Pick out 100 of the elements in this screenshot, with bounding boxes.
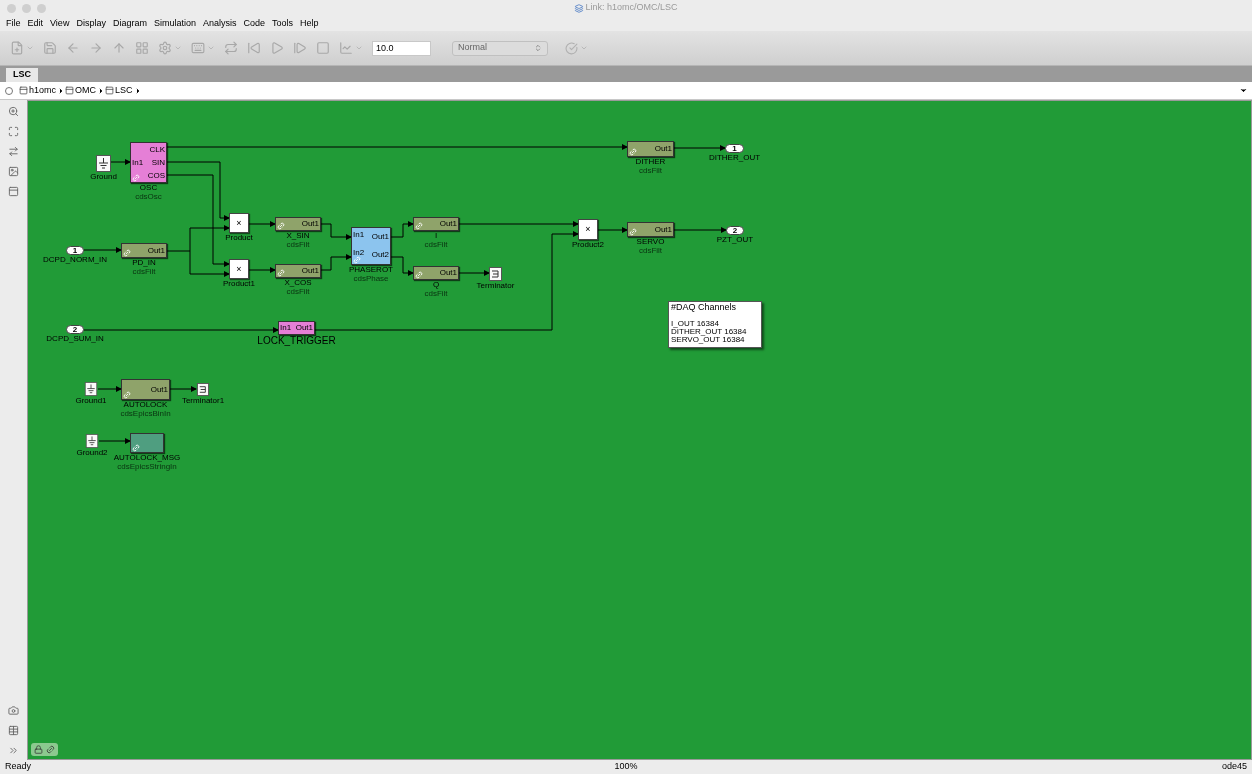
block-name: DCPD_NORM_IN — [43, 256, 107, 264]
link-icon — [130, 442, 142, 454]
menu-item[interactable]: Tools — [272, 19, 293, 28]
file-plus-icon[interactable] — [10, 41, 24, 55]
block-name: Product — [225, 234, 253, 242]
library-name: cdsFilt — [286, 288, 310, 296]
menu-item[interactable]: Code — [243, 19, 265, 28]
caret-icon[interactable] — [26, 44, 34, 52]
breadcrumb-item[interactable]: h1omc — [29, 83, 56, 98]
status-text: Ready — [5, 760, 32, 774]
signal-line — [248, 267, 276, 273]
port-label: Out1 — [439, 220, 457, 228]
window-title: Link: h1omc/OMC/LSC — [585, 1, 678, 15]
step-back-icon[interactable] — [247, 41, 261, 55]
step-forward-icon[interactable] — [293, 41, 307, 55]
table-icon[interactable] — [8, 725, 19, 736]
stop-icon[interactable] — [316, 41, 330, 55]
lock-icon[interactable] — [34, 745, 43, 754]
signal-line — [673, 227, 727, 233]
product-block: × — [578, 219, 598, 240]
link-icon[interactable] — [44, 743, 57, 756]
separator-icon — [97, 86, 105, 95]
block-name: X_COS — [284, 279, 312, 287]
block-name: DITHER_OUT — [708, 154, 761, 162]
fit-view-icon[interactable] — [8, 126, 19, 137]
keyboard-icon[interactable] — [191, 41, 205, 55]
caret-icon[interactable] — [174, 44, 182, 52]
block-name: Ground2 — [76, 449, 108, 457]
port-label: SIN — [151, 158, 165, 167]
port-label: In1 — [280, 324, 292, 332]
stop-time-field[interactable]: 10.0 — [372, 40, 431, 56]
settings-icon[interactable] — [158, 41, 172, 55]
port-label: Out1 — [295, 324, 313, 332]
port-label: Out2 — [371, 251, 389, 259]
menu-item[interactable]: Edit — [27, 19, 44, 28]
library-name: cdsFilt — [638, 247, 663, 255]
block-name: Ground — [90, 173, 117, 181]
port-label: Out1 — [147, 246, 165, 255]
caret-icon[interactable] — [580, 44, 588, 52]
signal-line — [597, 227, 628, 233]
block-name: OSC — [139, 184, 158, 192]
outport-block: 2 — [726, 226, 744, 235]
port-label: Out1 — [371, 233, 389, 241]
note-line: SERVO_OUT 16384 — [671, 336, 746, 344]
signal-line — [169, 386, 197, 392]
play-icon[interactable] — [270, 41, 284, 55]
menu-item[interactable]: Analysis — [202, 19, 237, 28]
minimize-button[interactable] — [22, 3, 31, 13]
loop-icon[interactable] — [224, 41, 238, 55]
menu-item[interactable]: Display — [76, 19, 106, 28]
mode-dropdown[interactable]: Normal — [452, 40, 548, 56]
signal-line — [673, 145, 726, 151]
panel-icon[interactable] — [8, 186, 19, 197]
dropdown-icon[interactable] — [1239, 86, 1248, 95]
arrows-icon[interactable] — [8, 146, 19, 157]
library-name: cdsFilt — [638, 167, 663, 175]
signal-line — [248, 221, 276, 227]
inport-block: 2 — [66, 325, 84, 334]
caret-icon[interactable] — [207, 44, 215, 52]
terminator-block — [196, 383, 210, 396]
zoom-in-icon[interactable] — [8, 106, 19, 117]
breadcrumb-item[interactable]: OMC — [75, 83, 96, 98]
expand-icon[interactable] — [8, 745, 19, 756]
port-label: Out1 — [654, 225, 672, 234]
link-icon — [627, 146, 639, 158]
link-icon — [351, 254, 363, 266]
zoom-button[interactable] — [37, 3, 46, 13]
model-tab[interactable]: LSC — [6, 68, 38, 82]
library-name: cdsFilt — [286, 241, 310, 249]
menu-item[interactable]: View — [50, 19, 70, 28]
port-label: Out1 — [301, 267, 319, 275]
chart-icon[interactable] — [339, 41, 353, 55]
camera-icon[interactable] — [8, 705, 19, 716]
model-icon — [574, 3, 584, 13]
library-name: cdsFilt — [424, 290, 448, 298]
menu-item[interactable]: Help — [300, 19, 319, 28]
check-icon[interactable] — [565, 41, 578, 55]
library-name: cdsEpicsStringIn — [117, 463, 177, 471]
forward-arrow-icon[interactable] — [89, 41, 103, 55]
link-icon — [130, 172, 142, 184]
menu-item[interactable]: File — [6, 19, 21, 28]
updown-icon[interactable] — [534, 44, 542, 52]
block-name: Product1 — [223, 280, 255, 288]
block-name: Ground1 — [75, 397, 107, 405]
block-name: AUTOLOCK — [123, 401, 168, 409]
block-name: Terminator — [476, 282, 515, 290]
save-icon[interactable] — [43, 41, 57, 55]
port-label: In2 — [353, 249, 365, 257]
port-label: CLK — [149, 145, 165, 154]
ground-block — [96, 155, 111, 172]
grid-icon[interactable] — [135, 41, 149, 55]
block-name: Q — [432, 281, 440, 289]
menu-item[interactable]: Diagram — [112, 19, 147, 28]
close-button[interactable] — [7, 3, 16, 13]
solver-name: ode45 — [1220, 760, 1247, 774]
breadcrumb-item[interactable]: LSC — [115, 83, 133, 98]
menu-item[interactable]: Simulation — [153, 19, 196, 28]
image-icon[interactable] — [8, 166, 19, 177]
note-line: I_OUT 16384 — [671, 320, 719, 328]
caret-icon[interactable] — [355, 44, 363, 52]
